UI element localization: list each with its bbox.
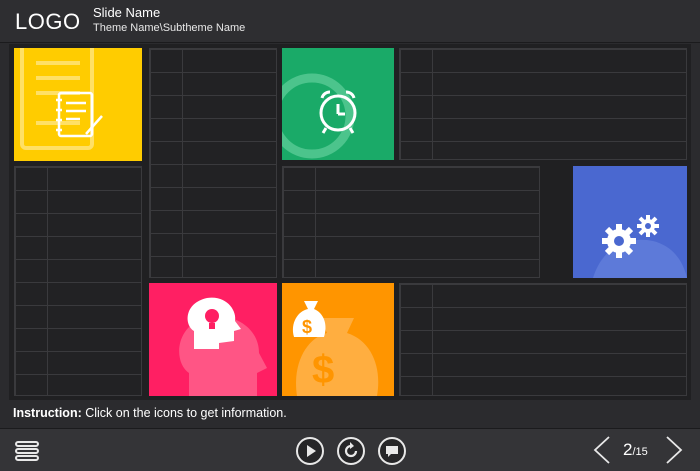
notes-tile[interactable] bbox=[14, 48, 142, 161]
notebook-pen-icon bbox=[20, 48, 103, 150]
theme-name: Theme Name\Subtheme Name bbox=[93, 22, 246, 34]
head-lightbulb-icon bbox=[179, 297, 267, 396]
comment-button[interactable] bbox=[378, 437, 406, 465]
svg-text:$: $ bbox=[302, 317, 312, 337]
brick-tile bbox=[282, 166, 540, 278]
brick-tile bbox=[399, 48, 687, 160]
replay-button[interactable] bbox=[337, 437, 365, 465]
header-bar: LOGO Slide Name Theme Name\Subtheme Name bbox=[0, 0, 700, 43]
page-total: /15 bbox=[632, 446, 648, 458]
slide-name: Slide Name bbox=[93, 5, 161, 20]
instruction-label: Instruction: bbox=[13, 406, 82, 420]
brick-tile bbox=[399, 283, 687, 396]
gears-icon bbox=[593, 215, 687, 278]
play-button[interactable] bbox=[296, 437, 324, 465]
brick-tile bbox=[149, 48, 277, 278]
alarm-clock-icon bbox=[282, 73, 357, 159]
footer-bar: 2/15 bbox=[0, 428, 700, 471]
instruction-body: Click on the icons to get information. bbox=[81, 406, 287, 420]
ideas-tile[interactable] bbox=[149, 283, 277, 396]
logo: LOGO bbox=[15, 9, 81, 34]
prev-arrow-icon bbox=[593, 436, 610, 464]
page-counter: 2/15 bbox=[623, 440, 648, 460]
svg-text:$: $ bbox=[312, 348, 334, 392]
prev-button[interactable] bbox=[592, 435, 612, 465]
money-tile[interactable]: $ $ bbox=[282, 283, 394, 396]
play-icon bbox=[307, 445, 316, 457]
clock-tile[interactable] bbox=[282, 48, 394, 160]
next-button[interactable] bbox=[664, 435, 684, 465]
tile-grid: $ $ bbox=[9, 44, 691, 400]
menu-button[interactable] bbox=[15, 441, 39, 461]
instruction-text: Instruction: Click on the icons to get i… bbox=[13, 406, 287, 420]
menu-icon bbox=[15, 441, 39, 461]
brick-tile bbox=[14, 166, 142, 396]
comment-icon bbox=[386, 446, 398, 457]
replay-icon bbox=[344, 442, 358, 458]
next-arrow-icon bbox=[666, 436, 683, 464]
money-bag-icon: $ $ bbox=[292, 301, 379, 396]
settings-tile[interactable] bbox=[573, 166, 687, 278]
